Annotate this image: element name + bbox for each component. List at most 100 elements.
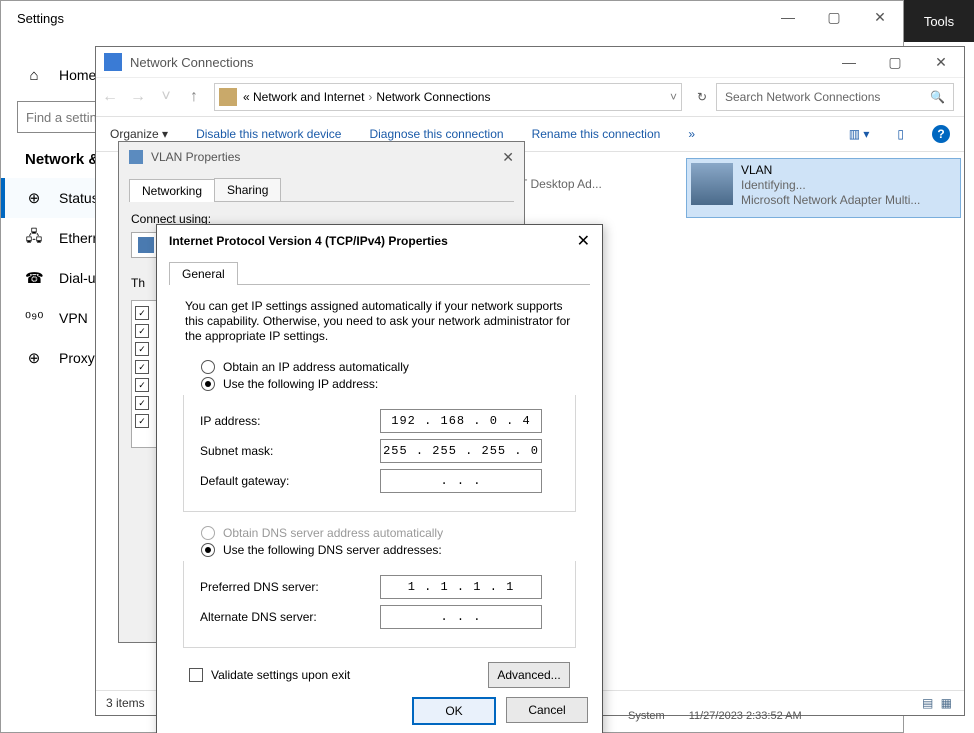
ipv4-tabs: General — [169, 261, 590, 285]
validate-checkbox[interactable] — [189, 668, 203, 682]
radio-dns-auto: Obtain DNS server address automatically — [201, 526, 580, 540]
status-label: Status — [59, 190, 99, 206]
radio-label: Obtain an IP address automatically — [223, 360, 409, 374]
default-gateway-input[interactable]: . . . — [380, 469, 542, 493]
alternate-dns-input[interactable]: . . . — [380, 605, 542, 629]
nav-up-icon[interactable]: ↑ — [180, 88, 208, 106]
overflow-chevron-icon[interactable]: » — [688, 127, 695, 141]
settings-titlebar: Settings — ▢ ✕ — [1, 1, 903, 35]
diagnose-connection-link[interactable]: Diagnose this connection — [369, 127, 503, 141]
ipv4-footer: Validate settings upon exit Advanced... — [189, 662, 570, 688]
adapter-status: Identifying... — [741, 178, 920, 193]
adapter-device: Microsoft Network Adapter Multi... — [741, 193, 920, 208]
crumb-prev: « Network and Internet — [243, 90, 364, 104]
item-count: 3 items — [106, 696, 145, 710]
vpn-label: VPN — [59, 310, 88, 326]
ipv4-description: You can get IP settings assigned automat… — [185, 299, 574, 344]
radio-icon — [201, 543, 215, 557]
close-icon[interactable]: ✕ — [918, 46, 964, 78]
validate-label: Validate settings upon exit — [211, 668, 350, 682]
radio-label: Use the following DNS server addresses: — [223, 543, 442, 557]
minimize-icon[interactable]: — — [765, 1, 811, 33]
adapter-name: VLAN — [741, 163, 920, 178]
taskbar-clock: 11/27/2023 2:33:52 AM — [689, 710, 802, 722]
checkbox-icon[interactable]: ✓ — [135, 306, 149, 320]
radio-label: Use the following IP address: — [223, 377, 378, 391]
radio-dns-static[interactable]: Use the following DNS server addresses: — [201, 543, 580, 557]
chevron-right-icon: › — [368, 90, 372, 104]
nc-app-icon — [104, 53, 122, 71]
preferred-dns-label: Preferred DNS server: — [200, 580, 380, 594]
nav-forward-icon[interactable]: → — [124, 88, 152, 106]
ipv4-title-text: Internet Protocol Version 4 (TCP/IPv4) P… — [169, 234, 448, 248]
organize-menu[interactable]: Organize ▾ — [110, 127, 168, 141]
search-icon: 🔍 — [930, 90, 945, 104]
help-icon[interactable]: ? — [932, 125, 950, 143]
tools-label: Tools — [924, 14, 954, 29]
radio-icon — [201, 377, 215, 391]
ip-address-label: IP address: — [200, 414, 380, 428]
vlan-tabs: Networking Sharing — [129, 178, 514, 202]
proxy-label: Proxy — [59, 350, 95, 366]
nic-icon — [138, 237, 154, 253]
radio-ip-auto[interactable]: Obtain an IP address automatically — [201, 360, 580, 374]
settings-title-text: Settings — [1, 11, 64, 26]
subnet-mask-input[interactable]: 255 . 255 . 255 . 0 — [380, 439, 542, 463]
view-mode-icons[interactable]: ▤ ▦ — [922, 696, 954, 710]
ok-button[interactable]: OK — [412, 697, 496, 725]
close-icon[interactable]: ✕ — [502, 149, 514, 166]
dialup-icon: ☎ — [25, 269, 43, 287]
ip-fields-group: IP address:192 . 168 . 0 . 4 Subnet mask… — [183, 395, 576, 512]
nc-titlebar: Network Connections — ▢ ✕ — [96, 47, 964, 78]
vlan-dialog-icon — [129, 150, 143, 164]
minimize-icon[interactable]: — — [826, 46, 872, 78]
disable-device-link[interactable]: Disable this network device — [196, 127, 341, 141]
breadcrumb[interactable]: « Network and Internet › Network Connect… — [214, 83, 682, 111]
cancel-button[interactable]: Cancel — [506, 697, 588, 723]
view-options-icon[interactable]: ▥ ▾ — [849, 127, 870, 141]
dns-fields-group: Preferred DNS server:1 . 1 . 1 . 1 Alter… — [183, 561, 576, 648]
radio-icon — [201, 360, 215, 374]
checkbox-icon[interactable]: ✓ — [135, 378, 149, 392]
home-icon: ⌂ — [25, 67, 43, 84]
adapter-vlan[interactable]: VLAN Identifying... Microsoft Network Ad… — [686, 158, 961, 218]
close-icon[interactable]: ✕ — [857, 1, 903, 33]
advanced-button[interactable]: Advanced... — [488, 662, 570, 688]
alternate-dns-label: Alternate DNS server: — [200, 610, 380, 624]
search-placeholder: Search Network Connections — [725, 90, 880, 104]
checkbox-icon[interactable]: ✓ — [135, 396, 149, 410]
subnet-mask-label: Subnet mask: — [200, 444, 380, 458]
default-gateway-label: Default gateway: — [200, 474, 380, 488]
checkbox-icon[interactable]: ✓ — [135, 342, 149, 356]
maximize-icon[interactable]: ▢ — [811, 1, 857, 33]
vlan-title-text: VLAN Properties — [151, 150, 240, 164]
search-input[interactable]: Search Network Connections 🔍 — [716, 83, 954, 111]
checkbox-icon[interactable]: ✓ — [135, 414, 149, 428]
tab-general[interactable]: General — [169, 262, 238, 285]
radio-icon — [201, 526, 215, 540]
preview-pane-icon[interactable]: ▯ — [897, 127, 904, 141]
tab-sharing[interactable]: Sharing — [214, 178, 281, 201]
rename-connection-link[interactable]: Rename this connection — [532, 127, 661, 141]
refresh-icon[interactable]: ↻ — [688, 90, 716, 104]
maximize-icon[interactable]: ▢ — [872, 46, 918, 78]
nc-title-text: Network Connections — [130, 55, 254, 70]
nav-back-icon[interactable]: ← — [96, 88, 124, 106]
taskbar-extra: System — [628, 710, 665, 722]
checkbox-icon[interactable]: ✓ — [135, 360, 149, 374]
status-icon: ⊕ — [25, 189, 43, 207]
ip-address-input[interactable]: 192 . 168 . 0 . 4 — [380, 409, 542, 433]
ipv4-body: You can get IP settings assigned automat… — [171, 285, 588, 710]
vlan-titlebar: VLAN Properties ✕ — [119, 142, 524, 172]
tools-button[interactable]: Tools — [904, 0, 974, 42]
ipv4-titlebar: Internet Protocol Version 4 (TCP/IPv4) P… — [157, 225, 602, 257]
proxy-icon: ⊕ — [25, 349, 43, 367]
radio-ip-static[interactable]: Use the following IP address: — [201, 377, 580, 391]
preferred-dns-input[interactable]: 1 . 1 . 1 . 1 — [380, 575, 542, 599]
nav-recent-icon[interactable]: ˅ — [152, 88, 180, 106]
home-label: Home — [59, 67, 96, 83]
tab-networking[interactable]: Networking — [129, 179, 215, 202]
checkbox-icon[interactable]: ✓ — [135, 324, 149, 338]
close-icon[interactable]: ✕ — [577, 231, 590, 251]
chevron-down-icon[interactable]: ˅ — [670, 90, 677, 104]
